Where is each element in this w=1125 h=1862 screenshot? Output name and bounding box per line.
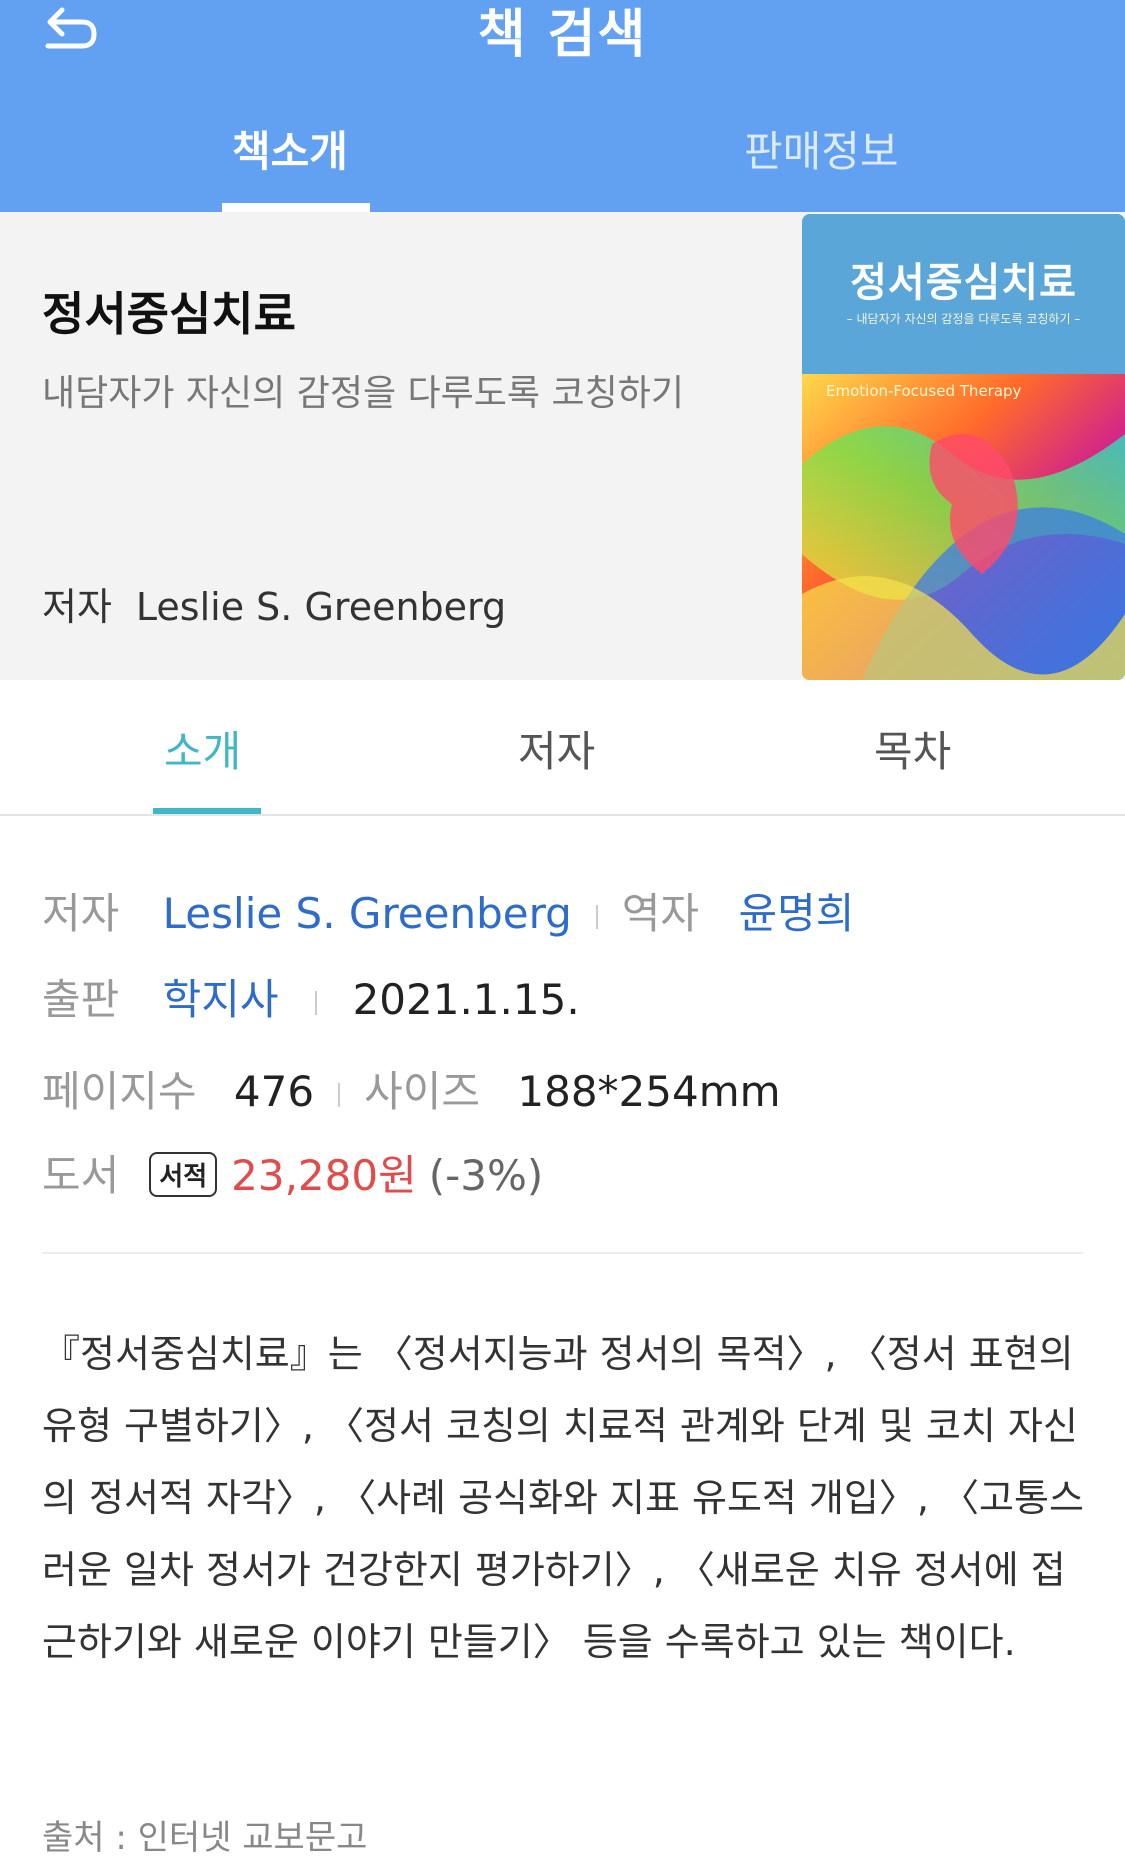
publish-date: 2021.1.15.: [352, 975, 580, 1024]
book-cover[interactable]: 정서중심치료 – 내담자가 자신의 감정을 다루도록 코칭하기 – Emotio…: [802, 214, 1125, 680]
content-tabs: 소개 저자 목차: [0, 680, 1125, 816]
discount-value: (-3%): [428, 1151, 544, 1200]
price-value: 23,280원: [231, 1151, 417, 1200]
tab-contents[interactable]: 목차: [874, 718, 951, 779]
size-value: 188*254mm: [517, 1067, 781, 1116]
tab-intro[interactable]: 소개: [164, 718, 241, 779]
book-description: 『정서중심치료』는 〈정서지능과 정서의 목적〉, 〈정서 표현의 유형 구별하…: [42, 1332, 1084, 1664]
book-summary: 정서중심치료 내담자가 자신의 감정을 다루도록 코칭하기 저자 Leslie S…: [0, 212, 1125, 680]
tab-sales-info[interactable]: 판매정보: [744, 118, 899, 179]
size-label: 사이즈: [364, 1067, 481, 1116]
cover-english-title: Emotion-Focused Therapy: [826, 382, 1022, 400]
publisher-row: 출판 학지사 2021.1.15.: [42, 966, 580, 1027]
app-header: 책 검색 책소개 판매정보: [0, 0, 1125, 212]
publisher-link[interactable]: 학지사: [163, 975, 279, 1024]
info-author-label: 저자: [42, 889, 120, 938]
cover-subtitle: – 내담자가 자신의 감정을 다루도록 코칭하기 –: [846, 312, 1081, 326]
section-divider: [42, 1252, 1083, 1254]
active-subtab-indicator: [153, 808, 261, 814]
translator-link[interactable]: 윤명희: [738, 889, 854, 938]
publisher-label: 출판: [42, 975, 120, 1024]
divider-mark: [595, 904, 598, 929]
translator-label: 역자: [621, 889, 700, 938]
book-subtitle: 내담자가 자신의 감정을 다루도록 코칭하기: [42, 373, 684, 414]
source-note: 출처 : 인터넷 교보문고: [42, 1818, 368, 1858]
pages-row: 페이지수 476 사이즈 188*254mm: [42, 1058, 781, 1119]
page-title: 책 검색: [477, 5, 648, 65]
author-name: Leslie S. Greenberg: [135, 585, 507, 629]
hero-author: 저자 Leslie S. Greenberg: [42, 576, 506, 631]
tab-book-intro[interactable]: 책소개: [232, 118, 348, 179]
store-badge: 서적: [149, 1152, 218, 1197]
divider-mark: [338, 1082, 341, 1107]
author-label: 저자: [42, 585, 112, 629]
price-label: 도서: [42, 1151, 120, 1200]
price-row: 도서 서적 23,280원 (-3%): [42, 1142, 543, 1203]
pages-value: 476: [233, 1067, 315, 1116]
tab-author[interactable]: 저자: [518, 718, 595, 779]
active-tab-indicator: [222, 203, 370, 212]
author-row: 저자 Leslie S. Greenberg 역자 윤명희: [42, 880, 854, 941]
book-title: 정서중심치료: [42, 287, 296, 341]
pages-label: 페이지수: [42, 1067, 197, 1116]
divider-mark: [314, 990, 317, 1015]
author-link[interactable]: Leslie S. Greenberg: [163, 889, 572, 938]
cover-title: 정서중심치료: [850, 260, 1077, 306]
